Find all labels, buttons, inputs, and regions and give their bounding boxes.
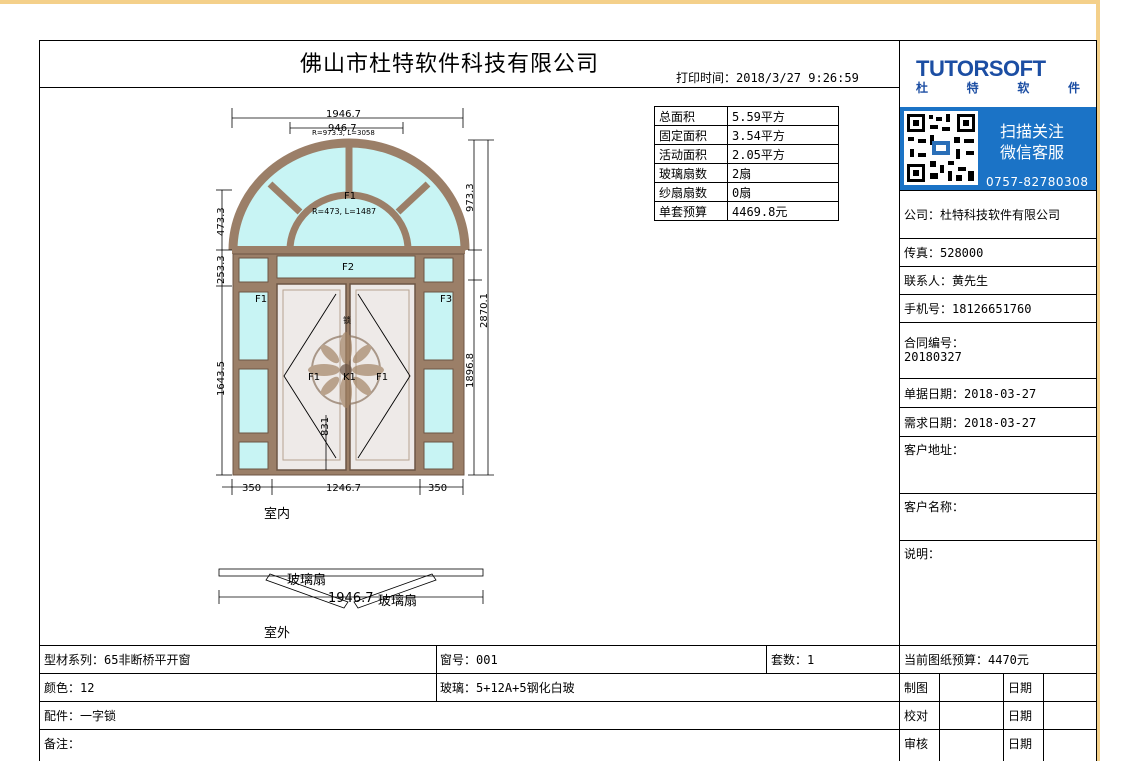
info-divider [899, 407, 1097, 408]
series-field: 型材系列：65非断桥平开窗 [44, 653, 191, 667]
address-field: 客户地址： [904, 443, 965, 457]
footer-col [939, 673, 940, 761]
info-divider [899, 378, 1097, 379]
date-label: 日期 [1008, 737, 1033, 751]
plan-leaf-label-2: 玻璃扇 [378, 593, 417, 609]
plan-dim: 1946.7 [328, 591, 374, 606]
dim-right-3: 1896.8 [465, 353, 476, 388]
doc-date-field: 单据日期：2018-03-27 [904, 387, 1037, 401]
sidelight-pane [238, 441, 269, 470]
logo-char: 杜 [916, 81, 929, 95]
window-no-field: 窗号：001 [440, 653, 498, 667]
budget-field: 当前图纸预算：4470元 [904, 653, 1029, 667]
check-label: 校对 [904, 709, 929, 723]
plan-leaf-label-1: 玻璃扇 [287, 572, 326, 588]
qr-code-icon [904, 111, 978, 185]
qr-line-1: 扫描关注 [1000, 122, 1065, 141]
label-f1-top: F1 [344, 191, 356, 202]
footer-col [766, 645, 767, 673]
dim-right-2: 2870.1 [479, 293, 490, 328]
footer-col [1043, 673, 1044, 761]
contact-field: 联系人：黄先生 [904, 274, 989, 288]
date-label: 日期 [1008, 709, 1033, 723]
qr-caption: 扫描关注 微信客服 [1000, 121, 1064, 163]
draw-label: 制图 [904, 681, 929, 695]
logo-char: 软 [1017, 81, 1030, 95]
customer-field: 客户名称： [904, 500, 965, 514]
glass-field: 玻璃：5+12A+5钢化白玻 [440, 681, 575, 695]
footer-col [1003, 673, 1004, 761]
qr-phone: 0757-82780308 [986, 175, 1089, 189]
footer-divider [39, 645, 1097, 646]
sidelight-pane [423, 368, 454, 434]
sidelight-pane [238, 368, 269, 434]
dim-left-1: 473.3 [216, 207, 227, 236]
label-k1: K1 [343, 372, 356, 383]
review-label: 审核 [904, 737, 929, 751]
label-f1-leaf-left: F1 [308, 372, 320, 383]
label-f1-leaf-right: F1 [376, 372, 388, 383]
plan-frame [218, 568, 484, 577]
wechat-qr-panel: 扫描关注 微信客服 0757-82780308 [900, 107, 1096, 190]
info-divider [899, 294, 1097, 295]
notes-field: 说明： [904, 547, 941, 561]
dim-bottom-3: 350 [428, 483, 447, 494]
logo-char: 特 [966, 81, 979, 95]
info-divider [899, 238, 1097, 239]
dim-bottom-1: 350 [242, 483, 261, 494]
sidelight-pane [423, 257, 454, 283]
dim-bottom-2: 1246.7 [326, 483, 361, 494]
contract-label: 合同编号： [904, 336, 965, 350]
date-label: 日期 [1008, 681, 1033, 695]
qr-line-2: 微信客服 [1000, 143, 1065, 162]
footer-col [436, 645, 437, 701]
logo-cn-text: 杜 特 软 件 [916, 79, 1080, 96]
info-divider [899, 493, 1097, 494]
accessory-field: 配件：一字锁 [44, 709, 117, 723]
contract-number: 20180327 [904, 350, 962, 364]
info-divider [899, 190, 1097, 191]
label-f3-right: F3 [440, 294, 452, 305]
need-date-field: 需求日期：2018-03-27 [904, 416, 1037, 430]
dim-handle: 831 [320, 417, 331, 436]
sidelight-pane [238, 257, 269, 283]
label-outdoor: 室外 [264, 625, 290, 641]
sets-field: 套数：1 [771, 653, 815, 667]
remark-field: 备注： [44, 737, 81, 751]
sidelight-pane [423, 441, 454, 470]
label-f2: F2 [342, 262, 354, 273]
label-indoor: 室内 [264, 506, 290, 522]
window-drawing: 1946.7 946.7 R=973.3, L=3058 F1 R=473, L… [216, 108, 494, 641]
dim-right-1: 973.3 [465, 183, 476, 212]
dim-left-3: 1643.5 [216, 361, 227, 396]
info-divider [899, 266, 1097, 267]
arc-label-inner: R=473, L=1487 [312, 207, 376, 216]
company-field: 公司：杜特科技软件有限公司 [904, 208, 1061, 222]
info-divider [899, 436, 1097, 437]
label-lock: 锁 [343, 315, 351, 325]
label-f1-left: F1 [255, 294, 267, 305]
dim-left-2: 253.3 [216, 255, 227, 284]
info-divider [899, 540, 1097, 541]
logo-char: 件 [1067, 81, 1080, 95]
color-field: 颜色：12 [44, 681, 95, 695]
arc-label-outer: R=973.3, L=3058 [312, 129, 375, 137]
info-divider [899, 322, 1097, 323]
dim-top: 1946.7 [326, 109, 361, 120]
mobile-field: 手机号：18126651760 [904, 302, 1032, 316]
fax-field: 传真：528000 [904, 246, 984, 260]
